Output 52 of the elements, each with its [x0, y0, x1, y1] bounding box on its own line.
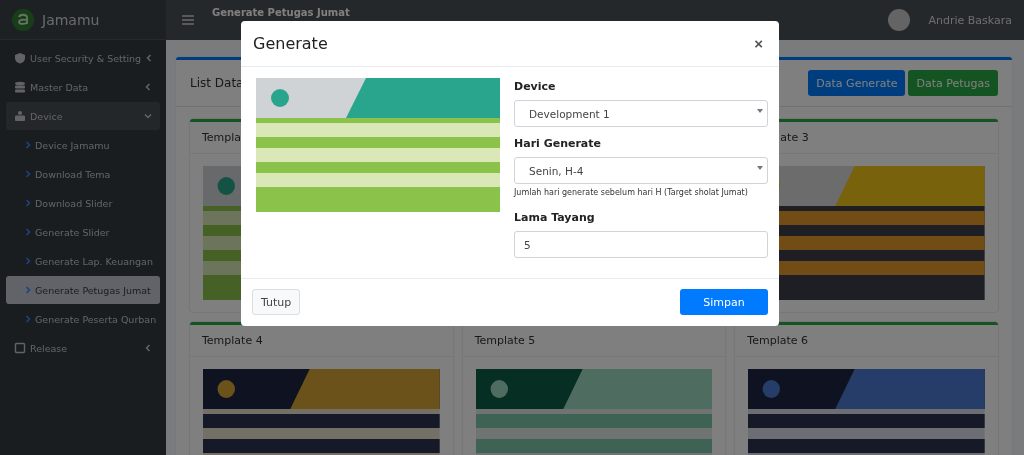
close-button[interactable]: Tutup	[252, 289, 301, 315]
dialog-title: Generate	[253, 34, 328, 53]
data-button[interactable]: Data Petugas	[908, 70, 998, 96]
chevron-icon	[24, 141, 32, 149]
field-label: Lama Tayang	[514, 211, 596, 224]
sidebar-item[interactable]: Device	[6, 102, 160, 130]
sidebar-subitem[interactable]: Download Slider	[6, 189, 160, 217]
chevron-icon	[24, 286, 32, 294]
caret-icon	[757, 109, 763, 113]
brand-name: Jamamu	[42, 11, 100, 28]
template-title: Template 5	[474, 334, 536, 347]
tablet-icon	[14, 342, 26, 354]
sidebar-item[interactable]: User Security & Setting	[6, 44, 160, 72]
select-field[interactable]: Development 1	[514, 100, 768, 127]
sidebar-subitem[interactable]: Generate Slider	[6, 218, 160, 246]
logo-icon	[12, 8, 34, 31]
avatar-icon[interactable]	[888, 9, 911, 31]
sidebar-subitem[interactable]: Generate Peserta Qurban	[6, 305, 160, 333]
page-title: Generate Petugas Jumat	[212, 7, 351, 18]
sidebar-subitem[interactable]: Download Tema	[6, 160, 160, 188]
data-button[interactable]: Data Generate	[808, 70, 906, 96]
chevron-icon	[24, 315, 32, 323]
select-field[interactable]: Senin, H-4	[514, 157, 768, 184]
field-label: Hari Generate	[514, 137, 602, 150]
chevron-icon	[144, 344, 152, 352]
template-title: ate 3	[780, 131, 809, 144]
template-title: Templa	[202, 131, 242, 144]
save-button[interactable]: Simpan	[680, 289, 768, 315]
template-title: Template 6	[747, 334, 809, 347]
sidebar-subitem[interactable]: Device Jamamu	[6, 131, 160, 159]
chevron-icon	[24, 199, 32, 207]
sidebar-item[interactable]: Master Data	[6, 73, 160, 101]
field-label: Device	[514, 80, 557, 93]
template-title: Template 4	[202, 334, 263, 347]
sidebar-subitem[interactable]: Generate Lap. Keuangan	[6, 247, 160, 275]
chevron-icon	[144, 83, 152, 91]
user-name[interactable]: Andrie Baskara	[928, 13, 1012, 27]
menu-icon[interactable]	[182, 14, 194, 26]
database-icon	[14, 81, 26, 93]
chevron-icon	[145, 54, 154, 62]
chevron-icon	[144, 112, 152, 120]
chevron-icon	[24, 257, 32, 265]
shield-icon	[14, 52, 26, 64]
sidebar-subitem[interactable]: Generate Petugas Jumat	[6, 276, 160, 304]
help-text: Jumlah hari generate sebelum hari H (Target sholat Jumat)	[514, 188, 749, 197]
chevron-icon	[24, 228, 32, 236]
sidebar-item[interactable]: Release	[6, 334, 160, 362]
close-button[interactable]: ×	[750, 35, 767, 52]
chevron-icon	[24, 170, 32, 178]
users-icon	[14, 110, 26, 122]
input-field[interactable]: 5	[514, 231, 768, 258]
caret-icon	[757, 166, 763, 170]
